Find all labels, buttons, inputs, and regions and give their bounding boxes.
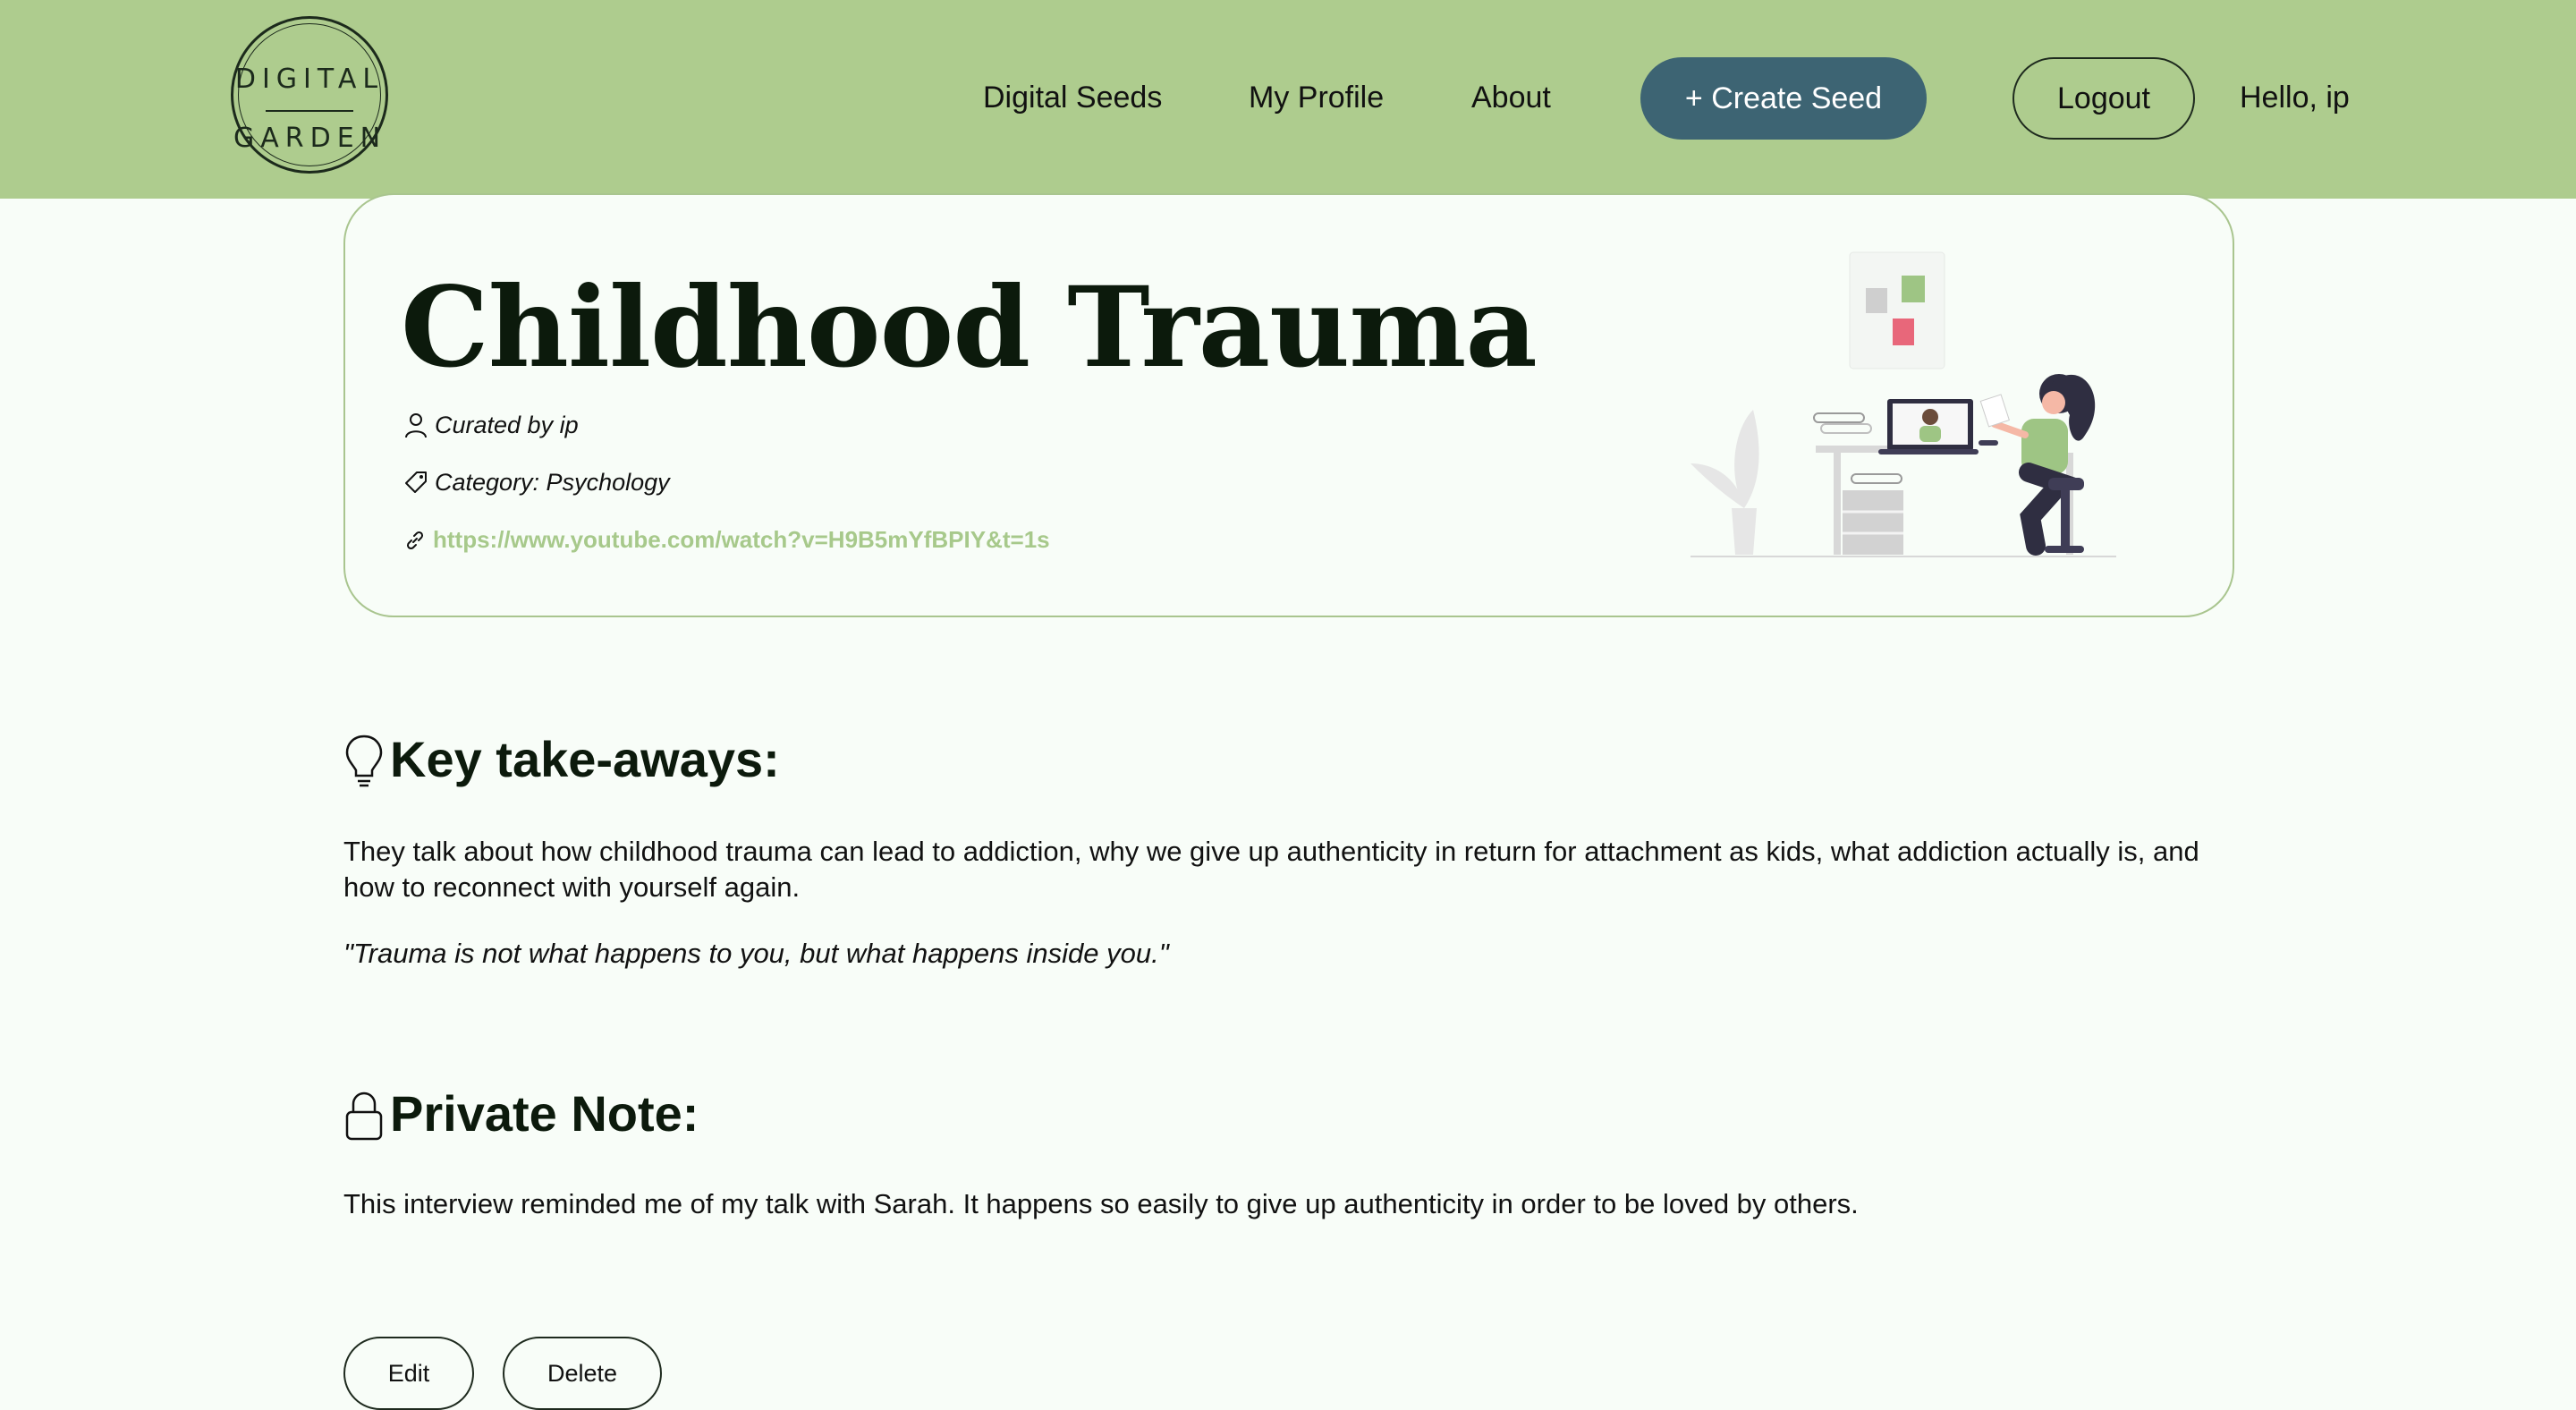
- logo-word-bottom: GARDEN: [233, 123, 387, 154]
- digital-garden-logo[interactable]: DIGITAL GARDEN: [231, 16, 388, 174]
- takeaways-heading-row: Key take-aways:: [343, 730, 780, 788]
- curator-label: Curated by ip: [435, 412, 579, 438]
- private-note-heading: Private Note:: [390, 1085, 699, 1142]
- logo-divider: [266, 110, 353, 112]
- user-greeting: Hello, ip: [2240, 81, 2350, 115]
- nav-my-profile[interactable]: My Profile: [1249, 81, 1384, 115]
- top-navbar: DIGITAL GARDEN Digital Seeds My Profile …: [0, 0, 2576, 199]
- nav-digital-seeds[interactable]: Digital Seeds: [983, 81, 1162, 115]
- logout-button[interactable]: Logout: [2012, 57, 2195, 140]
- private-note-text: This interview reminded me of my talk wi…: [343, 1188, 1859, 1219]
- tag-icon: [404, 471, 428, 496]
- private-note-heading-row: Private Note:: [343, 1084, 699, 1142]
- page: DIGITAL GARDEN Digital Seeds My Profile …: [0, 0, 2576, 1410]
- nav-about[interactable]: About: [1471, 81, 1551, 115]
- logo-word-top: DIGITAL: [234, 64, 385, 95]
- takeaways-text: They talk about how childhood trauma can…: [343, 836, 2199, 903]
- link-icon: [404, 530, 426, 551]
- source-url-link[interactable]: https://www.youtube.com/watch?v=H9B5mYfB…: [433, 526, 1050, 554]
- lock-icon: [343, 1091, 385, 1142]
- delete-button[interactable]: Delete: [503, 1337, 662, 1410]
- source-link-row: https://www.youtube.com/watch?v=H9B5mYfB…: [404, 526, 1050, 554]
- seed-title: Childhood Trauma: [401, 263, 1538, 393]
- user-icon: [404, 412, 428, 439]
- takeaways-heading: Key take-aways:: [390, 731, 780, 787]
- takeaways-quote: "Trauma is not what happens to you, but …: [343, 938, 1169, 969]
- create-seed-button[interactable]: + Create Seed: [1640, 57, 1927, 140]
- edit-button[interactable]: Edit: [343, 1337, 474, 1410]
- person-at-desk-illustration: [1690, 251, 2116, 557]
- category-label: Category: Psychology: [435, 469, 670, 496]
- category-row: Category: Psychology: [404, 469, 670, 497]
- lightbulb-icon: [343, 733, 385, 788]
- curator-row: Curated by ip: [404, 412, 579, 439]
